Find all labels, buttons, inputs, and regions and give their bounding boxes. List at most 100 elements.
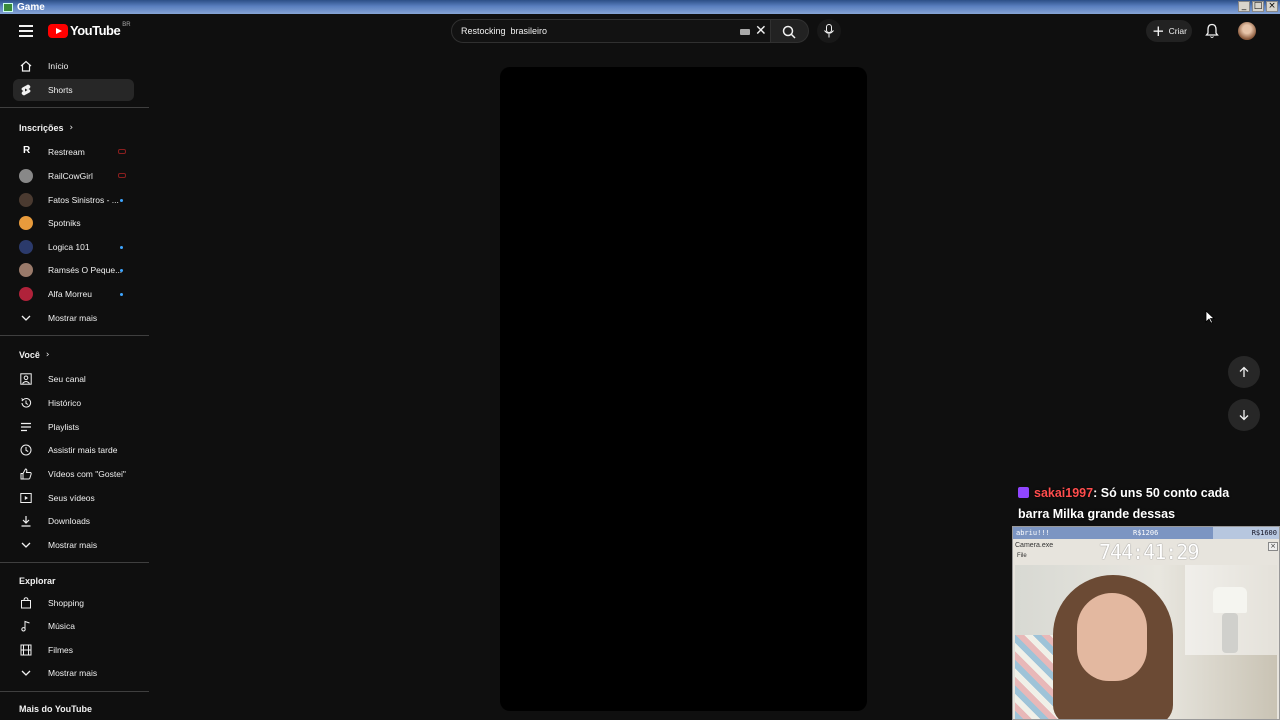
microphone-icon <box>824 24 834 38</box>
sidebar-item-movies[interactable]: Filmes <box>13 639 134 661</box>
sidebar-item-label: Mostrar mais <box>48 540 98 550</box>
voice-search-button[interactable] <box>817 19 841 43</box>
next-short-button[interactable] <box>1228 399 1260 431</box>
sidebar-item-your-channel[interactable]: Seu canal <box>13 368 134 390</box>
sidebar-item-restream[interactable]: R Restream <box>13 141 134 163</box>
sidebar-item-alfa-morreu[interactable]: Alfa Morreu <box>13 283 134 305</box>
clear-search-icon[interactable]: ✕ <box>755 23 767 39</box>
sidebar-item-your-videos[interactable]: Seus vídeos <box>13 487 134 509</box>
webcam-feed <box>1015 565 1277 719</box>
sidebar-item-label: Filmes <box>48 645 74 655</box>
goal-current-amount: R$1206 <box>1133 529 1159 537</box>
game-app-icon <box>3 2 13 12</box>
new-content-dot-icon <box>120 199 123 202</box>
subscriptions-title: Inscrições <box>19 123 64 133</box>
sidebar-item-shorts[interactable]: Shorts <box>13 79 134 101</box>
camera-file-menu[interactable]: File <box>1017 553 1027 559</box>
sidebar-divider <box>0 691 149 692</box>
camera-window-title: Camera.exe <box>1015 542 1054 549</box>
goal-target-amount: R$1600 <box>1251 529 1277 537</box>
sidebar-item-label: Mostrar mais <box>48 313 98 323</box>
sidebar-item-watch-later[interactable]: Assistir mais tarde <box>13 439 134 461</box>
camera-close-button[interactable]: × <box>1268 542 1278 551</box>
search-icon <box>782 25 796 39</box>
music-note-icon <box>21 620 30 632</box>
chat-username: sakai1997 <box>1034 486 1094 500</box>
sidebar-item-railcowgirl[interactable]: RailCowGirl <box>13 165 134 187</box>
sidebar-item-home[interactable]: Início <box>13 55 134 77</box>
sidebar-item-fatos-sinistros[interactable]: Fatos Sinistros - ... <box>13 189 134 211</box>
sidebar-item-label: Shorts <box>48 85 73 95</box>
sidebar-item-label: Shopping <box>48 598 84 608</box>
keyboard-icon[interactable] <box>740 29 750 35</box>
history-icon <box>21 397 32 408</box>
sidebar-item-ramses[interactable]: Ramsés O Peque... <box>13 259 134 281</box>
fatos-sinistros-channel-avatar <box>19 193 33 207</box>
sidebar-item-playlists[interactable]: Playlists <box>13 416 134 438</box>
notifications-bell-icon[interactable] <box>1205 23 1219 39</box>
youtube-play-icon <box>48 23 68 38</box>
previous-short-button[interactable] <box>1228 356 1260 388</box>
you-header[interactable]: Você › <box>19 350 49 360</box>
shopping-bag-icon <box>21 597 31 609</box>
live-indicator-icon <box>118 173 126 178</box>
railcowgirl-channel-avatar <box>19 169 33 183</box>
sidebar-item-label: Spotniks <box>48 218 81 228</box>
search-input[interactable] <box>461 23 721 39</box>
sidebar-item-label: Assistir mais tarde <box>48 445 118 455</box>
ramses-channel-avatar <box>19 263 33 277</box>
shorts-video-player[interactable] <box>500 67 867 711</box>
live-indicator-icon <box>118 149 126 154</box>
shorts-icon <box>21 84 31 96</box>
channel-icon <box>20 373 32 385</box>
sidebar-item-liked-videos[interactable]: Vídeos com "Gostei" <box>13 463 134 485</box>
sidebar-item-shopping[interactable]: Shopping <box>13 592 134 614</box>
logo-country-code: BR <box>122 21 131 28</box>
chevron-right-icon: › <box>45 350 50 360</box>
close-window-button[interactable]: × <box>1266 1 1278 12</box>
sidebar-item-label: Música <box>48 621 75 631</box>
create-label: Criar <box>1168 26 1187 36</box>
goal-left-label: abriu!!! <box>1016 529 1050 537</box>
sidebar-item-logica-101[interactable]: Logica 101 <box>13 236 134 258</box>
thumbs-up-icon <box>20 468 32 480</box>
sidebar-item-label: Vídeos com "Gostei" <box>48 469 126 479</box>
sidebar-item-label: Mostrar mais <box>48 668 98 678</box>
stream-timer: 744:41:29 <box>1099 540 1199 564</box>
sidebar-item-music[interactable]: Música <box>13 615 134 637</box>
camera-window[interactable]: abriu!!! R$1206 R$1600 Camera.exe File ×… <box>1012 526 1280 720</box>
new-content-dot-icon <box>120 293 123 296</box>
sidebar-item-label: Restream <box>48 147 85 157</box>
account-avatar[interactable] <box>1238 22 1256 40</box>
alfa-morreu-channel-avatar <box>19 287 33 301</box>
sidebar-item-downloads[interactable]: Downloads <box>13 510 134 532</box>
sidebar-item-label: Histórico <box>48 398 82 408</box>
create-button[interactable]: + Criar <box>1146 20 1192 42</box>
subscriptions-show-more[interactable]: Mostrar mais <box>13 307 134 329</box>
sidebar-divider <box>0 335 149 336</box>
os-title-bar: Game _ □ × <box>0 0 1280 14</box>
sidebar-item-history[interactable]: Histórico <box>13 392 134 414</box>
sidebar-item-label: Seus vídeos <box>48 493 95 503</box>
sidebar-item-label: Início <box>48 61 69 71</box>
sidebar-item-label: Downloads <box>48 516 91 526</box>
maximize-button[interactable]: □ <box>1252 1 1264 12</box>
playlist-icon <box>21 422 31 432</box>
sidebar-item-spotniks[interactable]: Spotniks <box>13 212 134 234</box>
search-button[interactable] <box>771 19 809 43</box>
minimize-button[interactable]: _ <box>1238 1 1250 12</box>
chat-overlay: sakai1997: Só uns 50 conto cada barra Mi… <box>1018 483 1258 525</box>
more-from-youtube-header: Mais do YouTube <box>19 704 92 714</box>
restream-channel-avatar: R <box>23 145 31 156</box>
menu-icon[interactable] <box>19 25 33 37</box>
sidebar: Início Shorts Inscrições › R Restream Ra… <box>0 48 150 720</box>
plus-icon: + <box>1152 21 1165 40</box>
new-content-dot-icon <box>120 269 123 272</box>
sidebar-item-label: RailCowGirl <box>48 171 93 181</box>
spotniks-channel-avatar <box>19 216 33 230</box>
chevron-down-icon <box>21 315 31 321</box>
youtube-logo[interactable]: YouTube BR <box>48 21 131 38</box>
you-show-more[interactable]: Mostrar mais <box>13 534 134 556</box>
explore-show-more[interactable]: Mostrar mais <box>13 662 134 684</box>
subscriptions-header[interactable]: Inscrições › <box>19 123 73 133</box>
